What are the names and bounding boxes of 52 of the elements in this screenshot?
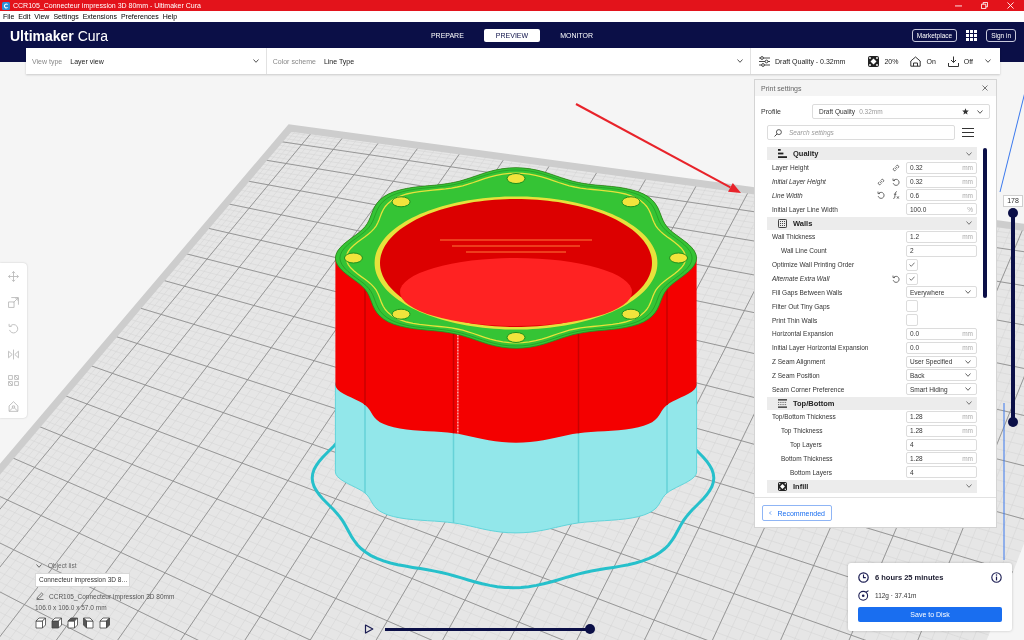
slider-thumb[interactable] bbox=[1008, 417, 1018, 427]
caret-icon bbox=[965, 359, 971, 364]
checkmark-icon bbox=[909, 276, 915, 281]
reset-icon[interactable] bbox=[892, 177, 900, 186]
layer-slider[interactable] bbox=[1008, 208, 1018, 427]
striped-square-icon bbox=[778, 398, 787, 408]
menu-icon[interactable] bbox=[962, 128, 974, 137]
function-icon[interactable] bbox=[892, 191, 900, 200]
restore-icon[interactable] bbox=[981, 2, 988, 9]
caret-icon bbox=[965, 290, 971, 295]
stacked-bars-icon bbox=[778, 149, 787, 159]
pencil-icon[interactable] bbox=[36, 592, 44, 600]
reset-icon[interactable] bbox=[892, 274, 900, 283]
caret-icon bbox=[252, 59, 259, 63]
cube-outline-icon[interactable] bbox=[35, 617, 46, 629]
cube-right-icon[interactable] bbox=[99, 617, 110, 629]
search-icon bbox=[774, 128, 782, 137]
cube-front-icon[interactable] bbox=[51, 617, 62, 629]
scrollbar[interactable] bbox=[983, 148, 987, 298]
clock-icon bbox=[858, 571, 869, 583]
reset-icon[interactable] bbox=[877, 191, 885, 200]
slider-thumb[interactable] bbox=[1008, 208, 1018, 218]
sliders-icon bbox=[759, 55, 770, 67]
play-icon[interactable] bbox=[364, 624, 374, 634]
patterned-square-icon bbox=[778, 481, 787, 491]
close-icon[interactable] bbox=[982, 85, 988, 91]
caret-icon bbox=[977, 109, 983, 114]
link-icon[interactable] bbox=[877, 177, 885, 186]
circle-dot-icon bbox=[858, 589, 869, 601]
chevron-left-icon bbox=[769, 510, 772, 516]
cube-left-icon[interactable] bbox=[83, 617, 94, 629]
cube-top-icon[interactable] bbox=[67, 617, 78, 629]
playback-slider[interactable] bbox=[385, 624, 595, 634]
setting-checkbox[interactable] bbox=[906, 300, 918, 313]
house-outline-icon bbox=[910, 55, 922, 67]
star-icon bbox=[962, 108, 969, 115]
setting-checkbox[interactable] bbox=[906, 314, 918, 327]
apps-grid-icon[interactable] bbox=[966, 30, 978, 41]
tray-arrow-icon bbox=[947, 55, 959, 67]
app-logo: Ultimaker Cura bbox=[10, 28, 109, 44]
checkmark-icon bbox=[909, 262, 915, 268]
setting-checkbox[interactable] bbox=[906, 258, 918, 271]
dotted-square-icon bbox=[778, 218, 787, 228]
slider-thumb[interactable] bbox=[585, 624, 595, 634]
info-icon[interactable] bbox=[991, 571, 1002, 583]
link-icon[interactable] bbox=[892, 163, 900, 172]
caret-icon bbox=[965, 387, 971, 392]
patterned-square-icon bbox=[868, 55, 880, 67]
caret-icon bbox=[737, 59, 743, 63]
caret-icon bbox=[985, 59, 991, 63]
setting-checkbox[interactable] bbox=[906, 272, 918, 285]
caret-icon bbox=[965, 373, 971, 378]
